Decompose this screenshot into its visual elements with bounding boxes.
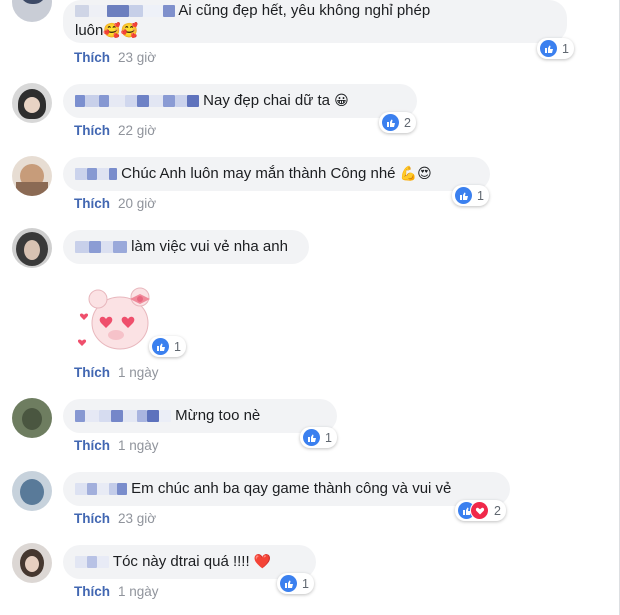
- timestamp[interactable]: 20 giờ: [118, 196, 156, 211]
- comment-actions: Thích 1 ngày: [74, 438, 159, 453]
- comment-text: Ai cũng đẹp hết, yêu không nghỉ phép: [178, 2, 431, 19]
- comment-text: Mừng too nè: [175, 407, 261, 424]
- reaction-count[interactable]: 1: [277, 573, 314, 594]
- avatar[interactable]: [12, 228, 52, 268]
- smiling-hearts-emoji: 🥰🥰: [103, 22, 139, 38]
- comment-actions: Thích 1 ngày: [74, 584, 159, 599]
- comment-actions: Thích 1 ngày: [74, 365, 159, 380]
- timestamp[interactable]: 22 giờ: [118, 123, 156, 138]
- pig-heart-eyes-sticker[interactable]: [77, 283, 160, 355]
- like-reaction-icon: [540, 40, 557, 57]
- comment-bubble: Ai cũng đẹp hết, yêu không nghỉ phép luô…: [63, 0, 567, 43]
- avatar[interactable]: [12, 543, 52, 583]
- avatar[interactable]: [12, 0, 52, 22]
- avatar[interactable]: [12, 83, 52, 123]
- like-link[interactable]: Thích: [74, 365, 110, 380]
- comment-actions: Thích 23 giờ: [74, 50, 156, 65]
- comment-bubble: Chúc Anh luôn may mắn thành Công nhé 💪😍: [63, 157, 490, 191]
- like-link[interactable]: Thích: [74, 584, 110, 599]
- timestamp[interactable]: 1 ngày: [118, 584, 159, 599]
- comment-bubble: Nay đẹp chai dữ ta 😀: [63, 84, 417, 118]
- avatar[interactable]: [12, 156, 52, 196]
- reaction-count[interactable]: 1: [452, 185, 489, 206]
- comment-bubble: Mừng too nè: [63, 399, 337, 433]
- comment-bubble: làm việc vui vẻ nha anh: [63, 230, 309, 264]
- comment-text: Tóc này dtrai quá !!!!: [112, 553, 250, 570]
- comment-actions: Thích 20 giờ: [74, 196, 156, 211]
- reaction-count[interactable]: 2: [379, 112, 416, 133]
- like-link[interactable]: Thích: [74, 196, 110, 211]
- grin-emoji: 😀: [334, 92, 349, 108]
- comment-bubble: Em chúc anh ba qay game thành công và vu…: [63, 472, 510, 506]
- comment-actions: Thích 23 giờ: [74, 511, 156, 526]
- comment-text: Chúc Anh luôn may mắn thành Công nhé: [121, 165, 396, 182]
- like-link[interactable]: Thích: [74, 50, 110, 65]
- avatar[interactable]: [12, 471, 52, 511]
- avatar[interactable]: [12, 398, 52, 438]
- reaction-count[interactable]: 1: [149, 336, 186, 357]
- red-heart-emoji: ❤️: [253, 553, 272, 569]
- timestamp[interactable]: 1 ngày: [118, 438, 159, 453]
- comment-text-line2: luôn: [75, 22, 104, 39]
- reaction-count[interactable]: 1: [300, 427, 337, 448]
- timestamp[interactable]: 23 giờ: [118, 511, 156, 526]
- like-link[interactable]: Thích: [74, 438, 110, 453]
- comment-bubble: Tóc này dtrai quá !!!! ❤️: [63, 545, 316, 579]
- love-reaction-icon: [470, 501, 489, 520]
- comment-text: Em chúc anh ba qay game thành công và vu…: [131, 480, 452, 497]
- like-reaction-icon: [382, 114, 399, 131]
- like-reaction-icon: [280, 575, 297, 592]
- comment-text: Nay đẹp chai dữ ta: [203, 92, 330, 109]
- like-link[interactable]: Thích: [74, 511, 110, 526]
- reaction-count[interactable]: 2: [455, 500, 506, 521]
- reaction-count[interactable]: 1: [537, 38, 574, 59]
- timestamp[interactable]: 1 ngày: [118, 365, 159, 380]
- timestamp[interactable]: 23 giờ: [118, 50, 156, 65]
- comment-text: làm việc vui vẻ nha anh: [131, 238, 288, 255]
- like-reaction-icon: [303, 429, 320, 446]
- comment-actions: Thích 22 giờ: [74, 123, 156, 138]
- like-link[interactable]: Thích: [74, 123, 110, 138]
- like-reaction-icon: [152, 338, 169, 355]
- flex-and-heart-eyes-emoji: 💪😍: [399, 165, 432, 181]
- like-reaction-icon: [455, 187, 472, 204]
